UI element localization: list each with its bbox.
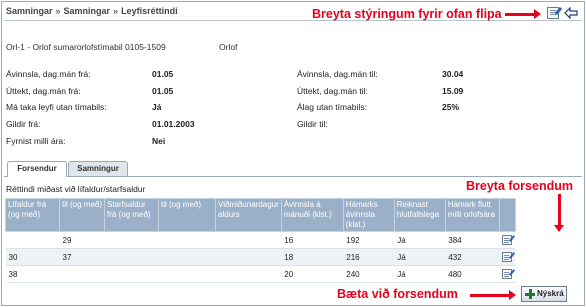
field-value: 15.09 [442, 86, 464, 96]
field-label: Gildir til: [297, 119, 328, 129]
breadcrumb-separator: » [55, 6, 61, 16]
cell [158, 248, 216, 266]
record-title-row: Orl-1 - Orlof sumarorlofstímabil 0105-15… [6, 42, 237, 52]
field-label: Ávinnsla, dag.mán frá: [6, 69, 91, 79]
column-header: Hámarks ávinnsla (klst.) [342, 198, 395, 232]
field-label: Úttekt, dag.mán frá: [6, 86, 81, 96]
column-header: til (og með) [158, 198, 216, 232]
field-value: Nei [152, 136, 166, 146]
table-row: 29 16 192 Já 384 [5, 231, 516, 249]
record-type: Orlof [219, 42, 238, 52]
cell: Já [394, 265, 446, 283]
cell: Já [394, 231, 446, 249]
cell: 216 [343, 248, 395, 266]
field-value: Já [152, 102, 162, 112]
table-row: 30 37 18 216 Já 432 [5, 248, 516, 266]
breadcrumb: Samningar» Samningar» Leyfisréttindi [6, 6, 178, 16]
plus-icon [525, 289, 535, 299]
column-header: Viðmiðunardagur aldurs [215, 198, 282, 232]
record-title: Orl-1 - Orlof sumarorlofstímabil 0105-15… [6, 42, 166, 52]
annotation-top-right: Breyta stýringum fyrir ofan flipa [312, 7, 502, 21]
cell: 16 [281, 231, 344, 249]
breadcrumb-item-current: Leyfisréttindi [121, 6, 178, 16]
cell: 29 [59, 231, 105, 249]
breadcrumb-item[interactable]: Samningar [64, 6, 111, 16]
cell: 384 [445, 231, 500, 249]
new-button[interactable]: Nýskrá [521, 286, 567, 302]
edit-icon[interactable] [502, 252, 513, 262]
tab-divider [4, 176, 582, 177]
cell-actions [499, 231, 516, 249]
column-header: Ávinnsla á mánuði (klst.) [280, 198, 344, 232]
column-header: Lífaldur frá (og með) [5, 198, 60, 232]
cell [215, 231, 282, 249]
cell [104, 231, 159, 249]
cell: 480 [445, 265, 500, 283]
cell: Já [394, 248, 446, 266]
edit-icon[interactable] [547, 7, 559, 19]
cell: 30 [5, 248, 60, 266]
cell [158, 265, 216, 283]
cell [59, 265, 105, 283]
edit-icon[interactable] [502, 235, 513, 245]
back-arrow-icon[interactable] [564, 7, 578, 19]
field-value: 01.05 [152, 86, 174, 96]
field-label: Ávinnsla, dag.mán til: [297, 69, 378, 79]
field-value: 01.05 [152, 69, 174, 79]
field-value: 25% [442, 102, 460, 112]
cell: 18 [281, 248, 344, 266]
annotation-arrow [470, 290, 516, 300]
field-label: Má taka leyfi utan tímabils: [6, 102, 107, 112]
field-value: 30.04 [442, 69, 464, 79]
cell: 37 [59, 248, 105, 266]
new-button-label: Nýskrá [537, 289, 564, 298]
cell [5, 231, 60, 249]
cell: 20 [281, 265, 344, 283]
column-header-actions [498, 198, 516, 232]
cell [215, 248, 282, 266]
column-header: Starfsaldur frá (og með) [104, 198, 159, 232]
cell-actions [499, 265, 516, 283]
annotation-add-prereq: Bæta við forsendum [337, 287, 458, 301]
tab-forsendur[interactable]: Forsendur [7, 161, 67, 177]
table-row: 38 20 240 Já 480 [5, 265, 516, 283]
cell [158, 231, 216, 249]
field-label: Fyrnist milli ára: [6, 136, 66, 146]
table-caption: Réttindi miðast við lífaldur/starfsaldur [6, 184, 146, 194]
cell [215, 265, 282, 283]
column-header: til (og með) [59, 198, 105, 232]
prerequisites-table: Lífaldur frá (og með) til (og með) Starf… [5, 198, 516, 283]
cell [104, 265, 159, 283]
cell: 38 [5, 265, 60, 283]
field-label: Úttekt, dag.mán til: [297, 86, 368, 96]
cell: 192 [343, 231, 395, 249]
edit-icon[interactable] [502, 269, 513, 279]
annotation-arrow [505, 9, 541, 19]
cell [104, 248, 159, 266]
field-value: 01.01.2003 [152, 119, 195, 129]
breadcrumb-separator: » [113, 6, 119, 16]
table-header-row: Lífaldur frá (og með) til (og með) Starf… [5, 198, 516, 232]
column-header: Reiknast hlutfallslega [393, 198, 446, 232]
annotation-edit-prereq: Breyta forsendum [466, 179, 573, 193]
tab-samningur[interactable]: Samningur [68, 161, 128, 176]
cell: 432 [445, 248, 500, 266]
cell: 240 [343, 265, 395, 283]
breadcrumb-item[interactable]: Samningar [6, 6, 53, 16]
column-header: Hámark flutt milli orlofsára [444, 198, 500, 232]
field-label: Gildir frá: [6, 119, 41, 129]
field-label: Álag utan tímabils: [297, 102, 367, 112]
cell-actions [499, 248, 516, 266]
annotation-arrow [554, 194, 564, 232]
